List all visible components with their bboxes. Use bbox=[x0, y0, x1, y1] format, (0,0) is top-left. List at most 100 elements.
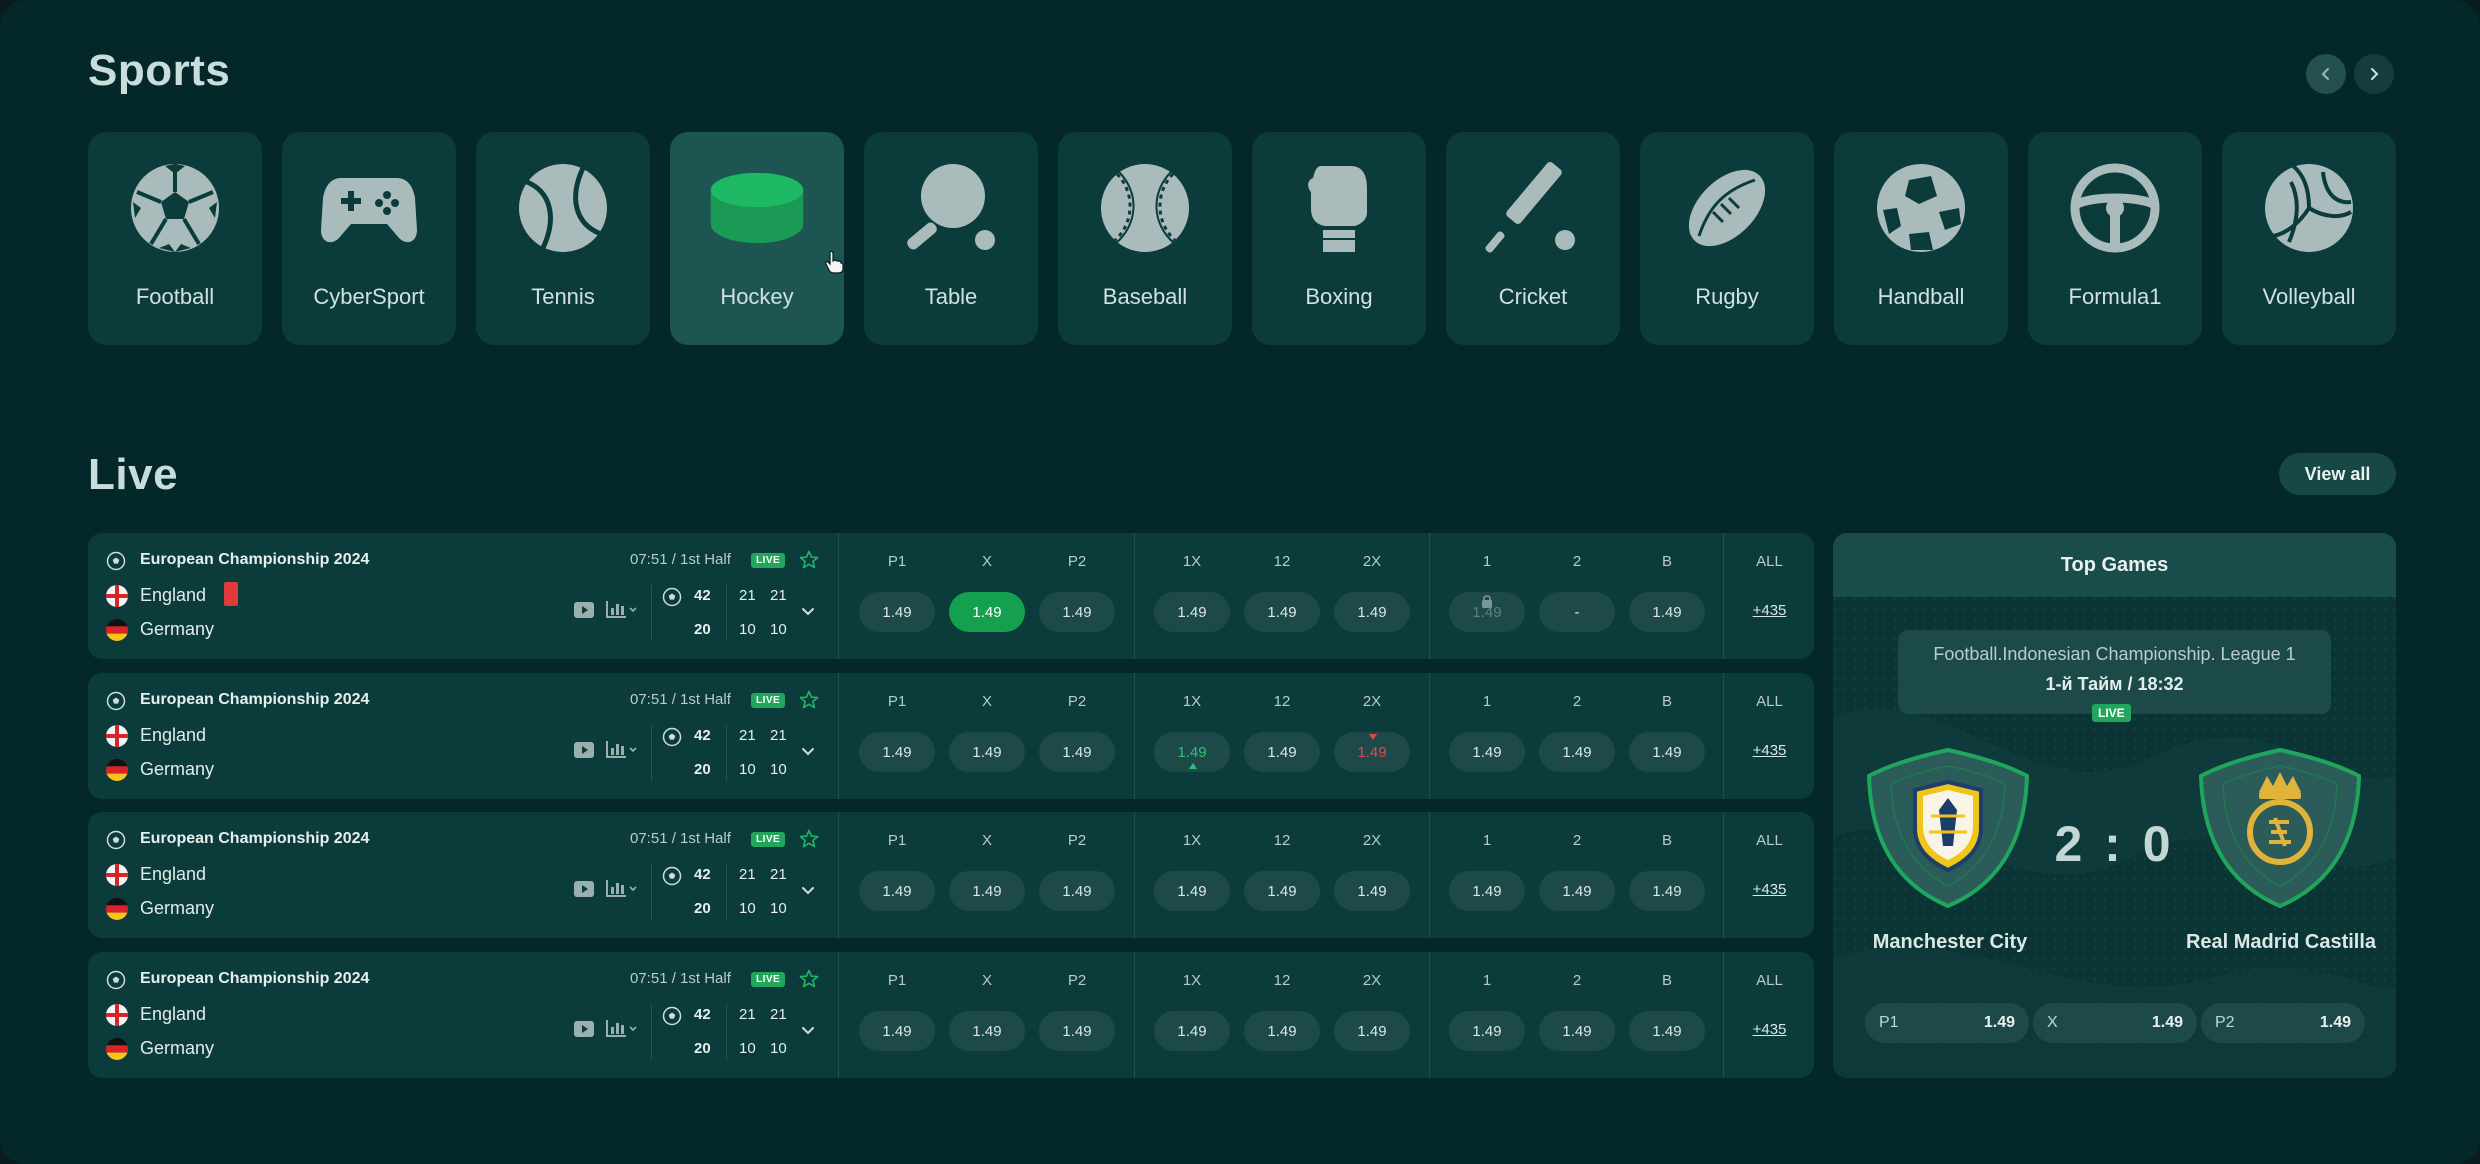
odd-button[interactable]: 1.49 bbox=[1539, 1011, 1615, 1051]
divider bbox=[651, 864, 652, 920]
top-game-odd-x[interactable]: X 1.49 bbox=[2033, 1003, 2197, 1043]
odds-group: 1 1.49 2 1.49 B 1.49 bbox=[1429, 812, 1723, 938]
odd-button[interactable]: 1.49 bbox=[1039, 871, 1115, 911]
live-match-row[interactable]: European Championship 2024 07:51 / 1st Ha… bbox=[88, 673, 1814, 799]
score-home: 42 bbox=[694, 1006, 711, 1023]
all-markets-link[interactable]: +435 bbox=[1724, 881, 1815, 898]
match-info[interactable]: European Championship 2024 07:51 / 1st Ha… bbox=[88, 533, 838, 659]
sport-tile-hockey[interactable]: Hockey bbox=[670, 132, 844, 345]
odd-button[interactable]: 1.49 bbox=[949, 732, 1025, 772]
video-stream-icon[interactable] bbox=[574, 881, 594, 902]
odd-button[interactable]: 1.49 bbox=[1039, 1011, 1115, 1051]
top-game-odd-p2[interactable]: P2 1.49 bbox=[2201, 1003, 2365, 1043]
chevron-down-icon[interactable] bbox=[800, 1022, 816, 1043]
odd-button[interactable]: 1.49 bbox=[949, 1011, 1025, 1051]
live-match-row[interactable]: European Championship 2024 07:51 / 1st Ha… bbox=[88, 533, 1814, 659]
competition-name: European Championship 2024 bbox=[140, 970, 370, 987]
all-markets-link[interactable]: +435 bbox=[1724, 742, 1815, 759]
odd-button[interactable]: 1.49 bbox=[859, 732, 935, 772]
odd-header: P2 bbox=[1067, 553, 1087, 570]
sport-tile-football[interactable]: Football bbox=[88, 132, 262, 345]
sport-label: Hockey bbox=[720, 284, 794, 309]
odd-button[interactable]: 1.49 bbox=[1154, 871, 1230, 911]
all-markets: ALL +435 bbox=[1723, 673, 1814, 799]
carousel-next-button[interactable] bbox=[2354, 54, 2394, 94]
odd-button[interactable]: 1.49 bbox=[859, 871, 935, 911]
odd-button[interactable]: 1.49 bbox=[1154, 1011, 1230, 1051]
odd-button[interactable]: 1.49 bbox=[1334, 871, 1410, 911]
odd-button[interactable]: 1.49 bbox=[1449, 732, 1525, 772]
odd-button[interactable]: 1.49 bbox=[1334, 592, 1410, 632]
sport-tile-rugby[interactable]: Rugby bbox=[1640, 132, 1814, 345]
odd-button[interactable]: 1.49 bbox=[949, 871, 1025, 911]
odd-button[interactable]: 1.49 bbox=[1244, 732, 1320, 772]
stats-chart-icon[interactable] bbox=[606, 600, 640, 625]
odd-button[interactable]: 1.49 bbox=[859, 1011, 935, 1051]
odd-header: 1 bbox=[1482, 832, 1492, 849]
odd-button[interactable]: 1.49 bbox=[1629, 871, 1705, 911]
sport-tile-cybersport[interactable]: CyberSport bbox=[282, 132, 456, 345]
odd-button[interactable]: 1.49 bbox=[1334, 1011, 1410, 1051]
chevron-down-icon[interactable] bbox=[800, 743, 816, 764]
odd-button[interactable]: 1.49 bbox=[1244, 592, 1320, 632]
favorite-star-icon[interactable] bbox=[799, 969, 819, 994]
favorite-star-icon[interactable] bbox=[799, 829, 819, 854]
odd-button[interactable]: 1.49 bbox=[859, 592, 935, 632]
odd-button[interactable]: 1.49 bbox=[949, 592, 1025, 632]
odd-button[interactable]: 1.49 bbox=[1244, 871, 1320, 911]
odd-value: 1.49 bbox=[2151, 1014, 2183, 1031]
sport-tile-baseball[interactable]: Baseball bbox=[1058, 132, 1232, 345]
odd-button[interactable]: 1.49 bbox=[1154, 592, 1230, 632]
odd-button[interactable]: 1.49 bbox=[1629, 1011, 1705, 1051]
favorite-star-icon[interactable] bbox=[799, 550, 819, 575]
sport-tile-boxing[interactable]: Boxing bbox=[1252, 132, 1426, 345]
stats-chart-icon[interactable] bbox=[606, 740, 640, 765]
all-markets-link[interactable]: +435 bbox=[1724, 602, 1815, 619]
favorite-star-icon[interactable] bbox=[799, 690, 819, 715]
odd-header: 1 bbox=[1482, 693, 1492, 710]
odd-value: 1.49 bbox=[1062, 1022, 1092, 1040]
sport-tile-volleyball[interactable]: Volleyball bbox=[2222, 132, 2396, 345]
odd-button[interactable]: 1.49 bbox=[1629, 732, 1705, 772]
odd-button[interactable]: 1.49 bbox=[1039, 592, 1115, 632]
all-markets-link[interactable]: +435 bbox=[1724, 1021, 1815, 1038]
top-games-card[interactable]: Top Games Football.Indonesian Championsh… bbox=[1833, 533, 2396, 1078]
odd-button[interactable]: 1.49 bbox=[1334, 732, 1410, 772]
match-info[interactable]: European Championship 2024 07:51 / 1st Ha… bbox=[88, 673, 838, 799]
chevron-down-icon[interactable] bbox=[800, 882, 816, 903]
sport-tile-formula1[interactable]: Formula1 bbox=[2028, 132, 2202, 345]
odd-button[interactable]: - bbox=[1539, 592, 1615, 632]
match-info[interactable]: European Championship 2024 07:51 / 1st Ha… bbox=[88, 952, 838, 1078]
odd-button[interactable]: 1.49 bbox=[1244, 1011, 1320, 1051]
stats-chart-icon[interactable] bbox=[606, 1019, 640, 1044]
video-stream-icon[interactable] bbox=[574, 1021, 594, 1042]
stats-chart-icon[interactable] bbox=[606, 879, 640, 904]
video-stream-icon[interactable] bbox=[574, 742, 594, 763]
odd-button[interactable]: 1.49 bbox=[1539, 732, 1615, 772]
top-game-period: 1-й Тайм / 18:32 bbox=[2045, 674, 2184, 694]
view-all-button[interactable]: View all bbox=[2279, 453, 2396, 495]
odds-group: 1 1.49 2 1.49 B 1.49 bbox=[1429, 673, 1723, 799]
match-info[interactable]: European Championship 2024 07:51 / 1st Ha… bbox=[88, 812, 838, 938]
video-stream-icon[interactable] bbox=[574, 602, 594, 623]
sport-tile-table[interactable]: Table bbox=[864, 132, 1038, 345]
odds-group: 1X 1.49 12 1.49 2X 1.49 bbox=[1134, 812, 1429, 938]
divider bbox=[726, 1004, 727, 1060]
top-game-odd-p1[interactable]: P1 1.49 bbox=[1865, 1003, 2029, 1043]
odd-button[interactable]: 1.49 bbox=[1449, 592, 1525, 632]
divider bbox=[726, 725, 727, 781]
odd-button[interactable]: 1.49 bbox=[1449, 871, 1525, 911]
odd-button[interactable]: 1.49 bbox=[1629, 592, 1705, 632]
sport-tile-handball[interactable]: Handball bbox=[1834, 132, 2008, 345]
sport-tile-cricket[interactable]: Cricket bbox=[1446, 132, 1620, 345]
odd-button[interactable]: 1.49 bbox=[1154, 732, 1230, 772]
live-match-row[interactable]: European Championship 2024 07:51 / 1st Ha… bbox=[88, 812, 1814, 938]
chevron-down-icon[interactable] bbox=[800, 603, 816, 624]
football-icon bbox=[662, 866, 682, 891]
odd-button[interactable]: 1.49 bbox=[1539, 871, 1615, 911]
odd-button[interactable]: 1.49 bbox=[1039, 732, 1115, 772]
odd-button[interactable]: 1.49 bbox=[1449, 1011, 1525, 1051]
carousel-prev-button[interactable] bbox=[2306, 54, 2346, 94]
live-match-row[interactable]: European Championship 2024 07:51 / 1st Ha… bbox=[88, 952, 1814, 1078]
sport-tile-tennis[interactable]: Tennis bbox=[476, 132, 650, 345]
